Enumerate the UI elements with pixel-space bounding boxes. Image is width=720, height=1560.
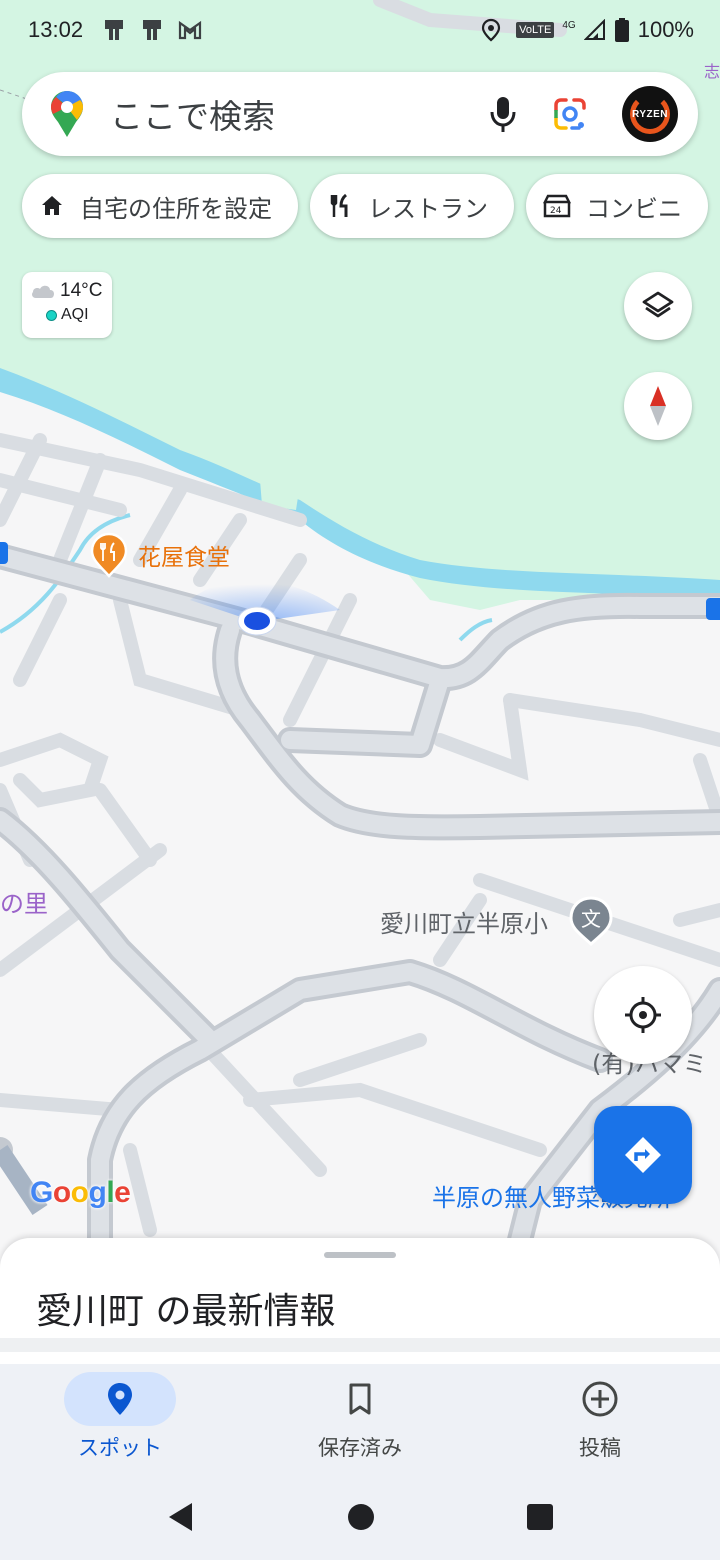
microphone-icon[interactable] bbox=[488, 94, 518, 134]
signal-type: 4G bbox=[562, 19, 576, 31]
nav-spot[interactable]: スポット bbox=[0, 1364, 240, 1474]
layers-button[interactable] bbox=[624, 272, 692, 340]
road-shield-right bbox=[706, 598, 720, 620]
nav-spot-label: スポット bbox=[78, 1436, 162, 1460]
signal-strength-icon bbox=[583, 19, 605, 40]
google-maps-logo-icon bbox=[51, 91, 83, 137]
nav-saved-pill bbox=[304, 1372, 416, 1426]
cloud-icon bbox=[32, 285, 54, 298]
search-bar[interactable]: ここで検索 RYZEN bbox=[22, 72, 698, 156]
home-circle-icon[interactable] bbox=[347, 1503, 375, 1531]
google-lens-icon[interactable] bbox=[552, 96, 588, 132]
school-label[interactable]: 愛川町立半原小 bbox=[380, 904, 548, 939]
directions-icon bbox=[625, 1137, 661, 1173]
current-location-dot bbox=[237, 606, 277, 636]
nav-contribute-pill bbox=[544, 1372, 656, 1426]
status-time: 13:02 bbox=[28, 17, 84, 42]
location-status-icon bbox=[482, 18, 501, 42]
aqi-label: AQI bbox=[61, 306, 89, 323]
battery-icon bbox=[614, 18, 629, 42]
restaurant-pin-icon[interactable] bbox=[90, 532, 128, 578]
chip-restaurant-label: レストラン bbox=[368, 194, 488, 223]
battery-percent: 100% bbox=[637, 17, 694, 42]
bookmark-icon bbox=[349, 1383, 371, 1415]
sheet-title: 愛川町 の最新情報 bbox=[36, 1291, 336, 1332]
account-avatar[interactable]: RYZEN bbox=[622, 86, 678, 142]
chip-convenience-label: コンビニ bbox=[586, 194, 682, 223]
nav-contribute[interactable]: 投稿 bbox=[480, 1364, 720, 1474]
svg-text:24: 24 bbox=[550, 206, 562, 216]
bottom-navigation: スポット 保存済み 投稿 bbox=[0, 1364, 720, 1474]
directions-button[interactable] bbox=[594, 1106, 692, 1204]
back-icon[interactable] bbox=[166, 1501, 196, 1533]
aqi-dot-icon bbox=[46, 309, 57, 321]
google-logo: Google bbox=[30, 1176, 131, 1209]
status-bar: 13:02 VoLTE 4G 100% bbox=[0, 0, 720, 60]
system-navigation-bar bbox=[0, 1474, 720, 1560]
restaurant-icon bbox=[330, 193, 348, 217]
nav-saved[interactable]: 保存済み bbox=[240, 1364, 480, 1474]
poi-label-top-partial: 志 bbox=[704, 62, 720, 81]
layers-icon bbox=[642, 291, 674, 318]
sheet-drag-handle[interactable] bbox=[324, 1252, 396, 1258]
sheet-divider bbox=[0, 1338, 720, 1352]
nav-contribute-label: 投稿 bbox=[579, 1436, 621, 1460]
chip-restaurant[interactable]: レストラン bbox=[310, 174, 514, 238]
chip-home-label: 自宅の住所を設定 bbox=[80, 194, 272, 223]
svg-text:文: 文 bbox=[581, 907, 601, 931]
add-circle-icon bbox=[582, 1381, 618, 1417]
my-location-icon bbox=[625, 997, 661, 1033]
compass-button[interactable] bbox=[624, 372, 692, 440]
notification-icons bbox=[101, 17, 203, 43]
place-icon bbox=[108, 1383, 132, 1415]
poi-label-partial-left[interactable]: の里 bbox=[0, 884, 48, 919]
weather-widget[interactable]: 14°C AQI bbox=[22, 272, 112, 338]
road-shield-left bbox=[0, 542, 8, 564]
chip-home[interactable]: 自宅の住所を設定 bbox=[22, 174, 298, 238]
avatar-text: RYZEN bbox=[631, 108, 669, 120]
status-right-icons: VoLTE 4G 100% bbox=[480, 17, 694, 43]
gmail-icon bbox=[178, 20, 202, 40]
volte-badge: VoLTE bbox=[516, 22, 555, 38]
nfc-card-icon bbox=[105, 20, 124, 40]
search-input[interactable]: ここで検索 bbox=[110, 90, 488, 138]
search-actions: RYZEN bbox=[488, 86, 678, 142]
recents-icon[interactable] bbox=[526, 1503, 554, 1531]
restaurant-label[interactable]: 花屋食堂 bbox=[138, 538, 230, 572]
nav-saved-label: 保存済み bbox=[318, 1436, 402, 1460]
bottom-sheet[interactable]: 愛川町 の最新情報 bbox=[0, 1238, 720, 1338]
chip-convenience-store[interactable]: 24 コンビニ bbox=[526, 174, 708, 238]
convenience-store-icon: 24 bbox=[542, 194, 572, 218]
nfc-card-icon bbox=[143, 20, 162, 40]
home-icon bbox=[42, 196, 62, 215]
school-pin-icon[interactable]: 文 bbox=[568, 896, 614, 948]
temperature: 14°C bbox=[60, 280, 103, 301]
compass-icon bbox=[650, 386, 666, 426]
nav-spot-pill bbox=[64, 1372, 176, 1426]
category-chips: 自宅の住所を設定 レストラン 24 コンビニ bbox=[22, 174, 708, 238]
my-location-button[interactable] bbox=[594, 966, 692, 1064]
sheet-content-strip bbox=[0, 1352, 720, 1364]
